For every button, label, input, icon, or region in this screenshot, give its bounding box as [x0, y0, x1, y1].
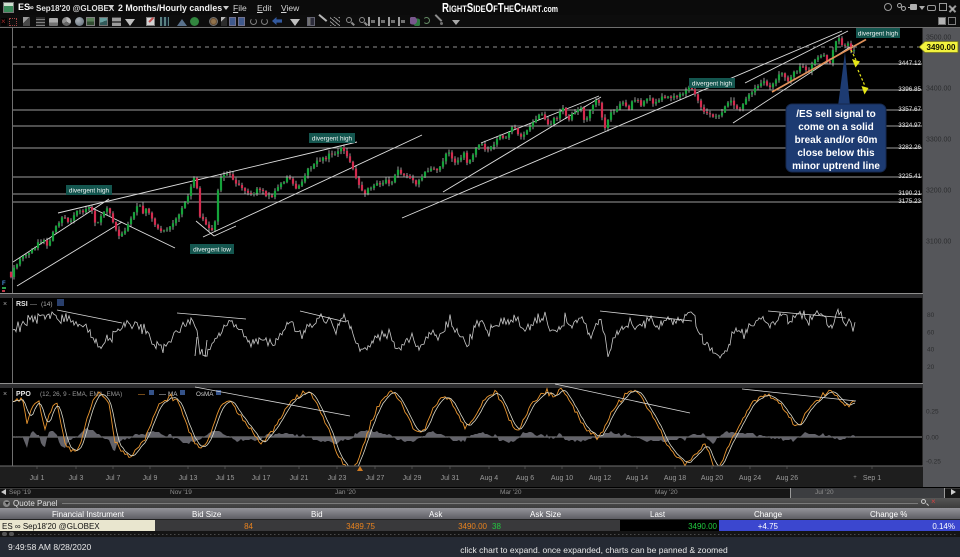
svg-text:Aug 18: Aug 18: [664, 475, 686, 482]
svg-text:—: —: [159, 391, 166, 398]
svg-text:Aug 24: Aug 24: [739, 475, 761, 482]
svg-text:(14): (14): [41, 301, 53, 308]
svg-text:minor uptrend line: minor uptrend line: [792, 161, 880, 172]
svg-text:3490.00: 3490.00: [927, 43, 956, 52]
svg-text:3282.26: 3282.26: [898, 144, 921, 151]
svg-text:Jul 23: Jul 23: [328, 475, 347, 482]
svg-text:divergent high: divergent high: [312, 136, 353, 143]
svg-text:3190.21: 3190.21: [898, 190, 921, 197]
svg-text:divergent high: divergent high: [858, 31, 899, 38]
svg-text:Jul 15: Jul 15: [216, 475, 235, 482]
svg-text:Aug 20: Aug 20: [701, 475, 723, 482]
svg-text:+: +: [853, 475, 857, 481]
svg-text:Aug 12: Aug 12: [589, 475, 611, 482]
svg-text:3200.00: 3200.00: [926, 188, 951, 195]
svg-text:3175.23: 3175.23: [898, 198, 921, 205]
svg-text:divergent low: divergent low: [193, 247, 231, 254]
svg-text:3396.85: 3396.85: [898, 86, 921, 93]
svg-text:PPO: PPO: [16, 391, 31, 398]
svg-text:3357.67: 3357.67: [898, 106, 921, 113]
svg-text:Jul 9: Jul 9: [143, 475, 158, 482]
svg-text:3300.00: 3300.00: [926, 137, 951, 144]
svg-text:20: 20: [927, 364, 935, 371]
svg-text:Jul 29: Jul 29: [403, 475, 422, 482]
svg-text:break and/or 60m: break and/or 60m: [795, 135, 878, 146]
svg-text:×: ×: [3, 391, 7, 398]
svg-text:RSI: RSI: [16, 301, 28, 308]
svg-text:Aug 14: Aug 14: [626, 475, 648, 482]
svg-text:Aug 4: Aug 4: [480, 475, 498, 482]
svg-text:Jul 17: Jul 17: [252, 475, 271, 482]
svg-text:Jul 31: Jul 31: [441, 475, 460, 482]
svg-text:come on a solid: come on a solid: [798, 122, 874, 133]
svg-text:60: 60: [927, 329, 935, 336]
svg-text:Jul 1: Jul 1: [30, 475, 45, 482]
svg-text:3400.00: 3400.00: [926, 86, 951, 93]
svg-text:Jul 27: Jul 27: [366, 475, 385, 482]
svg-text:Aug 6: Aug 6: [516, 475, 534, 482]
svg-text:Aug 10: Aug 10: [551, 475, 573, 482]
svg-text:-0.25: -0.25: [926, 458, 941, 465]
svg-text:×: ×: [3, 301, 7, 308]
svg-text:F: F: [2, 281, 6, 287]
svg-text:Sep 1: Sep 1: [863, 475, 881, 482]
svg-text:Jul 13: Jul 13: [179, 475, 198, 482]
svg-text:Aug 26: Aug 26: [776, 475, 798, 482]
svg-text:Jul 7: Jul 7: [106, 475, 121, 482]
svg-text:0.25: 0.25: [926, 408, 939, 415]
svg-text:MA: MA: [168, 391, 178, 398]
svg-text:3447.12: 3447.12: [898, 60, 921, 67]
svg-text:—: —: [30, 301, 37, 308]
svg-text:40: 40: [927, 346, 935, 353]
svg-text:divergent high: divergent high: [69, 188, 110, 195]
svg-text:OsMA: OsMA: [196, 391, 214, 398]
svg-text:3225.41: 3225.41: [898, 173, 921, 180]
svg-text:3324.97: 3324.97: [898, 122, 921, 129]
svg-text:close below this: close below this: [797, 148, 875, 159]
svg-text:0.00: 0.00: [926, 434, 939, 441]
svg-text:divergent high: divergent high: [692, 81, 733, 88]
svg-text:Jul 21: Jul 21: [290, 475, 309, 482]
svg-text:(12, 26, 9 - EMA, EMA, EMA): (12, 26, 9 - EMA, EMA, EMA): [40, 391, 122, 398]
svg-text:80: 80: [927, 312, 935, 319]
svg-text:Jul 3: Jul 3: [69, 475, 84, 482]
svg-text:—: —: [138, 391, 145, 398]
svg-text:3100.00: 3100.00: [926, 239, 951, 246]
svg-text:/ES sell signal to: /ES sell signal to: [796, 109, 875, 120]
svg-text:3500.00: 3500.00: [926, 35, 951, 42]
